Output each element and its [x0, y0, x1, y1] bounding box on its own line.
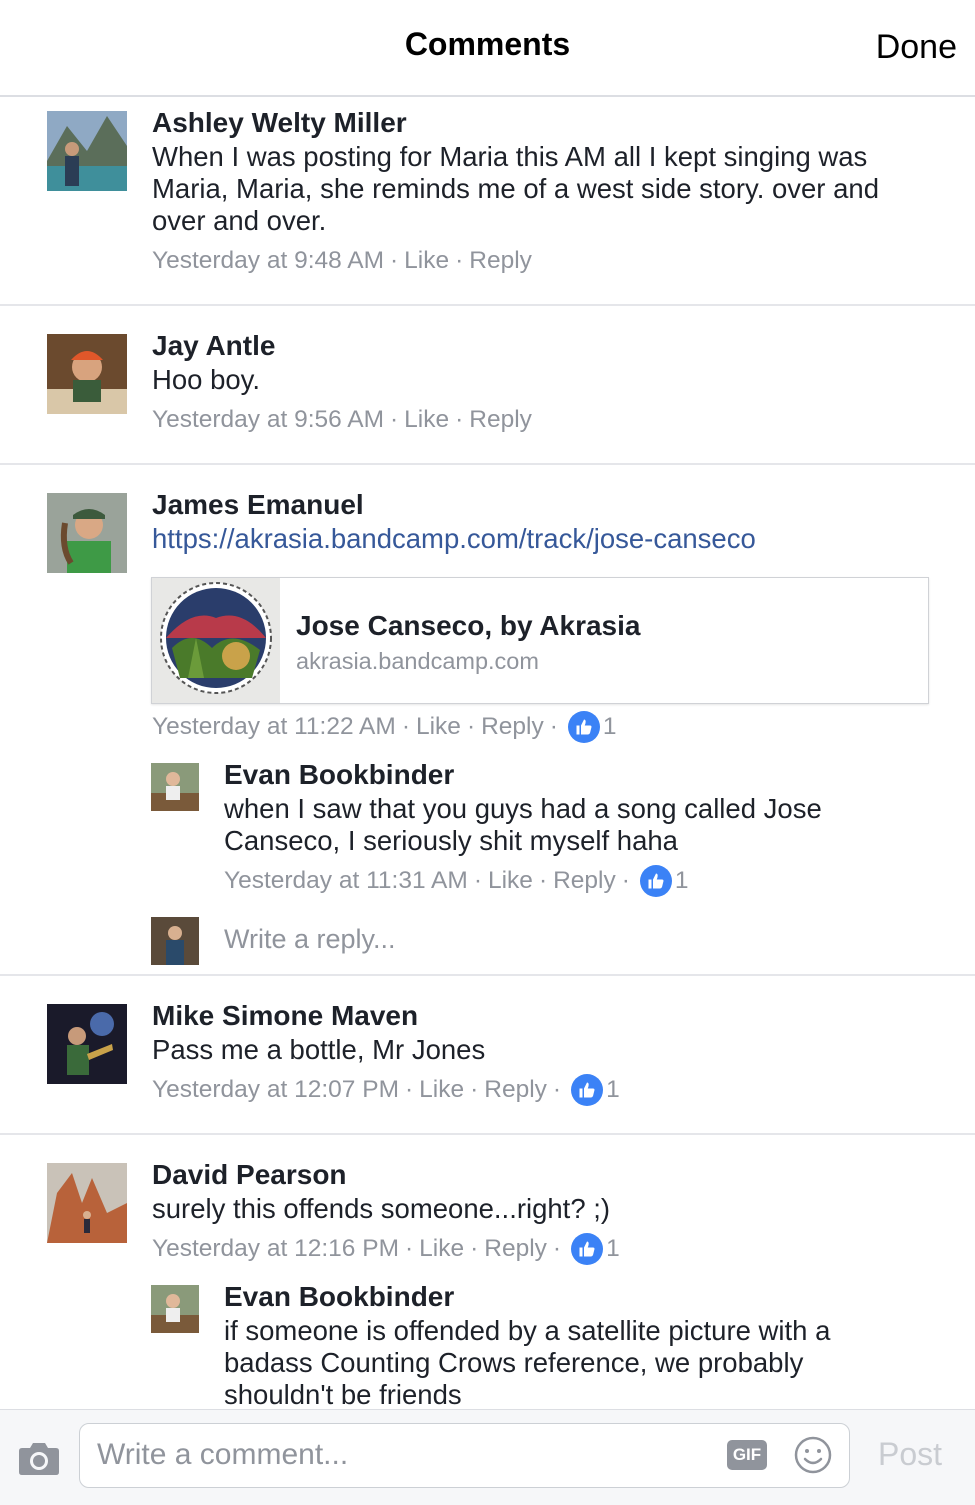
reaction-count[interactable]: 1 — [606, 1076, 620, 1104]
post-button[interactable]: Post — [878, 1436, 942, 1473]
comment-timestamp: Yesterday at 9:48 AM — [152, 247, 384, 274]
divider — [0, 463, 975, 465]
link-preview-title[interactable]: Jose Canseco, by Akrasia — [296, 610, 640, 642]
reply-link[interactable]: Reply — [469, 247, 532, 275]
like-link[interactable]: Like — [419, 1076, 464, 1104]
page-title: Comments — [404, 26, 571, 62]
comment-text: Hoo boy. — [152, 364, 261, 395]
like-link[interactable]: Like — [404, 406, 449, 434]
like-link[interactable]: Like — [419, 1235, 464, 1263]
comment-author[interactable]: Jay Antle — [152, 330, 275, 362]
comment-author[interactable]: Ashley Welty Miller — [152, 107, 407, 139]
like-link[interactable]: Like — [404, 247, 449, 275]
comment-meta: Yesterday at 12:07 PM · Like · Reply · 1 — [152, 1074, 620, 1106]
comment-text: surely this offends someone...right? ;) — [152, 1193, 611, 1224]
like-link[interactable]: Like — [416, 713, 461, 741]
like-link[interactable]: Like — [488, 867, 533, 895]
avatar[interactable] — [151, 763, 199, 811]
reaction-count[interactable]: 1 — [603, 713, 617, 741]
reply-link[interactable]: Reply — [469, 406, 532, 434]
reply-link[interactable]: Reply — [481, 713, 544, 741]
comment-timestamp: Yesterday at 12:07 PM — [152, 1076, 399, 1103]
avatar[interactable] — [47, 1004, 127, 1084]
comment-author[interactable]: Mike Simone Maven — [152, 1000, 418, 1032]
comment-timestamp: Yesterday at 11:22 AM — [152, 713, 396, 740]
avatar[interactable] — [151, 1285, 199, 1333]
comment-timestamp: Yesterday at 12:16 PM — [152, 1235, 399, 1262]
gif-icon[interactable]: GIF — [727, 1440, 767, 1470]
comment-author[interactable]: James Emanuel — [152, 489, 364, 521]
divider — [0, 304, 975, 306]
camera-icon[interactable] — [18, 1440, 60, 1476]
link-preview-card[interactable]: Jose Canseco, by Akrasia akrasia.bandcam… — [151, 577, 929, 704]
comment-author[interactable]: David Pearson — [152, 1159, 347, 1191]
reply-link[interactable]: Reply — [484, 1235, 547, 1263]
avatar — [151, 917, 199, 965]
comment-input[interactable]: Write a comment... GIF — [79, 1423, 850, 1488]
comment-text: When I was posting for Maria this AM all… — [152, 141, 879, 236]
avatar[interactable] — [47, 493, 127, 573]
comment-composer: Write a comment... GIF Post — [0, 1409, 975, 1505]
comment-meta: Yesterday at 12:16 PM · Like · Reply · 1 — [152, 1233, 620, 1265]
thumbs-up-icon[interactable] — [639, 865, 672, 897]
done-button[interactable]: Done — [876, 28, 957, 67]
thumbs-up-icon[interactable] — [571, 1233, 604, 1265]
reaction-count[interactable]: 1 — [606, 1235, 620, 1263]
reply-author[interactable]: Evan Bookbinder — [224, 759, 454, 791]
comment-meta: Yesterday at 9:48 AM · Like · Reply — [152, 247, 532, 275]
reply-link[interactable]: Reply — [484, 1076, 547, 1104]
divider — [0, 1133, 975, 1135]
divider — [0, 974, 975, 976]
avatar[interactable] — [47, 111, 127, 191]
comments-list[interactable]: Ashley Welty Miller When I was posting f… — [0, 99, 975, 1409]
link-preview-domain: akrasia.bandcamp.com — [296, 648, 539, 674]
comment-input-placeholder: Write a comment... — [97, 1438, 349, 1471]
thumbs-up-icon[interactable] — [571, 1074, 604, 1106]
reply-author[interactable]: Evan Bookbinder — [224, 1281, 454, 1313]
reply-text: when I saw that you guys had a song call… — [224, 793, 822, 856]
emoji-icon[interactable] — [793, 1435, 833, 1475]
write-reply-input[interactable]: Write a reply... — [224, 924, 396, 955]
reaction-count[interactable]: 1 — [675, 867, 689, 895]
link-preview-thumbnail — [152, 578, 280, 703]
comment-meta: Yesterday at 9:56 AM · Like · Reply — [152, 406, 532, 434]
comment-meta: Yesterday at 11:22 AM · Like · Reply · 1 — [152, 711, 617, 743]
comment-timestamp: Yesterday at 9:56 AM — [152, 406, 384, 433]
thumbs-up-icon[interactable] — [567, 711, 600, 743]
reply-link[interactable]: Reply — [553, 867, 616, 895]
header-bar: Comments Done — [0, 0, 975, 97]
reply-timestamp: Yesterday at 11:31 AM — [224, 867, 468, 894]
avatar[interactable] — [47, 1163, 127, 1243]
avatar[interactable] — [47, 334, 127, 414]
reply-meta: Yesterday at 11:31 AM · Like · Reply · 1 — [224, 865, 689, 897]
comment-link[interactable]: https://akrasia.bandcamp.com/track/jose-… — [152, 523, 932, 555]
reply-text: if someone is offended by a satellite pi… — [224, 1315, 831, 1409]
comment-text: Pass me a bottle, Mr Jones — [152, 1034, 486, 1065]
